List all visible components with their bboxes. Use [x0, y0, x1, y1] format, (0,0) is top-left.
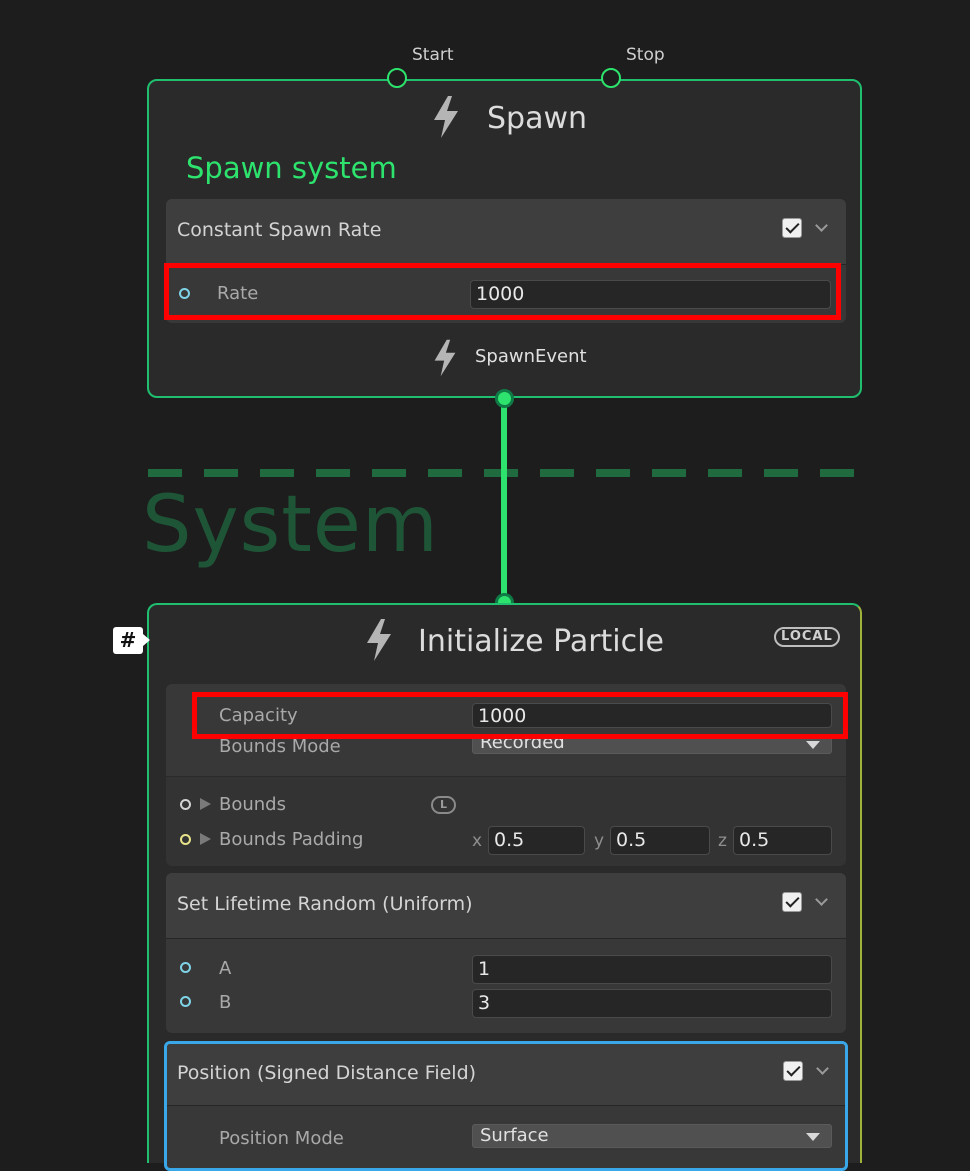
b-label: B	[219, 992, 232, 1013]
initialize-particle-node[interactable]: Initialize Particle LOCAL Capacity 1000 …	[147, 603, 862, 1171]
bolt-icon	[434, 96, 458, 138]
bounds-padding-input-port[interactable]	[180, 834, 191, 845]
spawn-context-node[interactable]: Spawn Spawn system Constant Spawn Rate R…	[147, 79, 862, 398]
expand-arrow-icon[interactable]	[200, 798, 211, 810]
bounds-padding-z-field[interactable]: 0.5	[733, 826, 832, 855]
highlight-capacity	[192, 692, 848, 739]
block-title: Set Lifetime Random (Uniform)	[177, 893, 473, 915]
block-enabled-checkbox[interactable]	[783, 1061, 803, 1081]
dropdown-arrow-icon	[806, 741, 820, 749]
spawn-event-output-label: SpawnEvent	[475, 346, 587, 367]
stop-input-label: Stop	[626, 45, 665, 65]
position-sdf-block[interactable]: Position (Signed Distance Field) Positio…	[164, 1041, 848, 1171]
start-flow-port[interactable]	[387, 68, 407, 88]
spawn-event-output-port[interactable]	[495, 389, 514, 408]
chevron-down-icon[interactable]	[815, 219, 828, 232]
bounds-padding-x-field[interactable]: 0.5	[488, 826, 585, 855]
block-title: Constant Spawn Rate	[177, 219, 382, 241]
bounds-padding-label: Bounds Padding	[219, 829, 364, 850]
block-title: Position (Signed Distance Field)	[177, 1062, 477, 1084]
bolt-icon	[434, 339, 456, 377]
y-axis-label: y	[594, 831, 605, 851]
spawn-system-name[interactable]: Spawn system	[186, 151, 397, 185]
settings-pointer-icon	[143, 634, 150, 646]
expand-arrow-icon[interactable]	[200, 833, 211, 845]
spawn-node-title: Spawn	[487, 101, 588, 136]
highlight-rate	[164, 263, 841, 320]
local-space-badge[interactable]: LOCAL	[774, 627, 840, 647]
settings-hash-icon[interactable]: #	[113, 627, 143, 654]
bolt-icon	[367, 619, 391, 661]
flow-edge[interactable]	[501, 398, 507, 603]
start-input-label: Start	[412, 45, 454, 65]
bounds-mode-label: Bounds Mode	[219, 736, 341, 757]
bounds-padding-y-field[interactable]: 0.5	[610, 826, 710, 855]
position-mode-value: Surface	[480, 1125, 549, 1146]
position-mode-label: Position Mode	[219, 1128, 344, 1149]
a-field[interactable]: 1	[472, 955, 832, 984]
b-field[interactable]: 3	[472, 989, 832, 1018]
block-header: Set Lifetime Random (Uniform)	[166, 873, 846, 939]
dropdown-arrow-icon	[806, 1133, 820, 1141]
bounds-local-badge[interactable]: L	[431, 796, 457, 814]
a-input-port[interactable]	[180, 962, 191, 973]
b-input-port[interactable]	[180, 996, 191, 1007]
block-enabled-checkbox[interactable]	[782, 218, 802, 238]
block-header: Constant Spawn Rate	[166, 199, 846, 265]
init-node-title: Initialize Particle	[418, 624, 664, 659]
system-title[interactable]: System	[142, 480, 439, 570]
set-lifetime-block[interactable]: Set Lifetime Random (Uniform) A 1 B 3	[166, 873, 846, 1033]
z-axis-label: z	[718, 831, 727, 851]
bounds-label: Bounds	[219, 794, 286, 815]
stop-flow-port[interactable]	[601, 68, 621, 88]
chevron-down-icon[interactable]	[815, 893, 828, 906]
x-axis-label: x	[472, 831, 483, 851]
position-mode-dropdown[interactable]: Surface	[472, 1124, 832, 1148]
bounds-input-port[interactable]	[180, 799, 191, 810]
chevron-down-icon[interactable]	[816, 1062, 829, 1075]
a-label: A	[219, 958, 232, 979]
block-enabled-checkbox[interactable]	[782, 892, 802, 912]
block-header: Position (Signed Distance Field)	[167, 1044, 845, 1106]
